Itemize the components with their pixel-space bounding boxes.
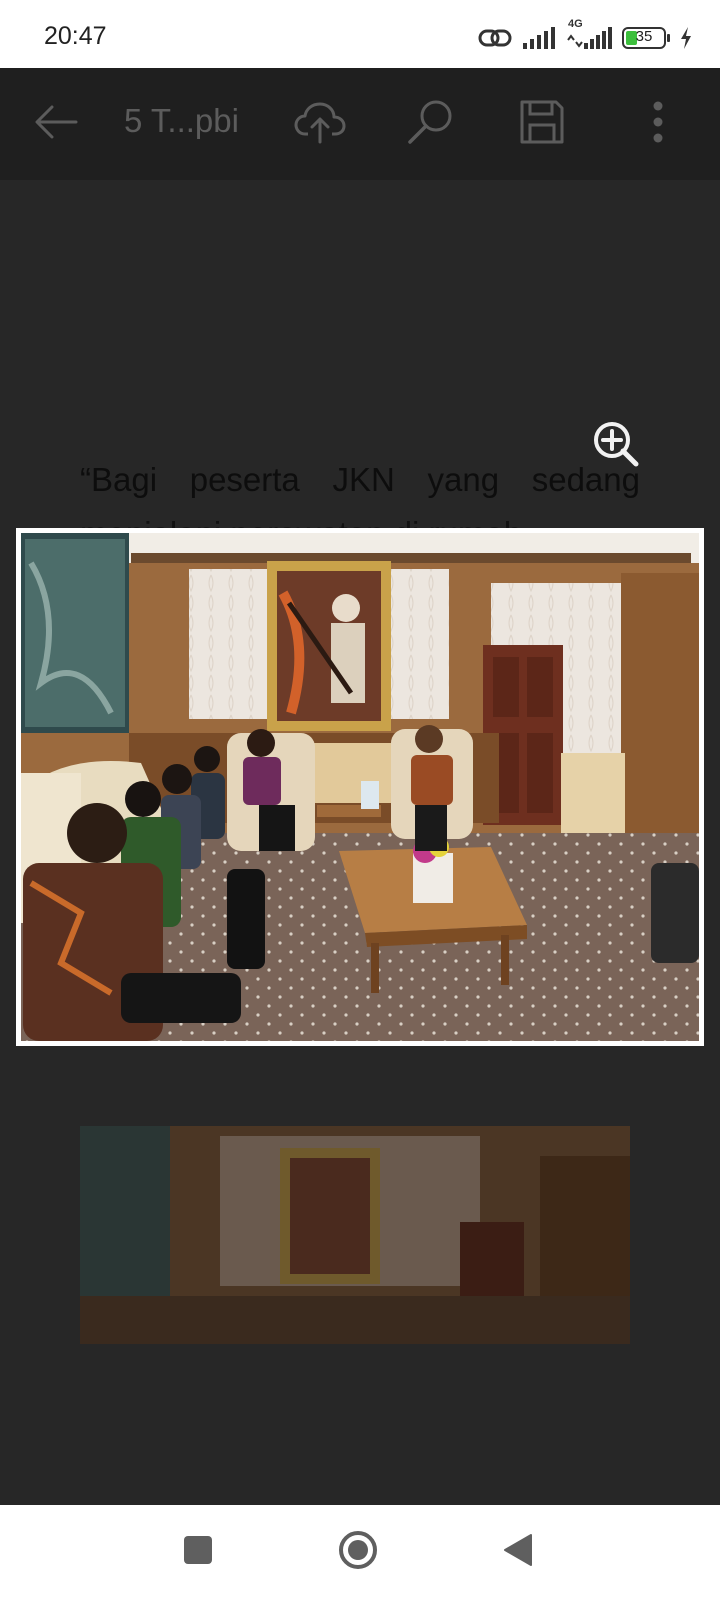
- top-toolbar: 5 T...pbi: [0, 68, 720, 180]
- search-icon: [405, 97, 455, 152]
- signal-4g-icon: 4G: [566, 18, 612, 50]
- selected-photo[interactable]: [16, 528, 704, 1046]
- search-button[interactable]: [400, 68, 460, 180]
- meeting-room-photo: [21, 533, 699, 1041]
- status-time: 20:47: [44, 22, 107, 50]
- home-button[interactable]: [318, 1505, 398, 1600]
- status-bar: 20:47 4G 35: [0, 0, 720, 68]
- back-nav-button[interactable]: [478, 1505, 558, 1600]
- recents-square-icon: [183, 1535, 213, 1570]
- status-icons: 4G 35: [478, 18, 692, 58]
- save-button[interactable]: [512, 68, 572, 180]
- back-arrow-icon: [32, 102, 80, 147]
- recents-button[interactable]: [158, 1505, 238, 1600]
- document-photo-2: [80, 1126, 630, 1344]
- home-circle-icon: [338, 1530, 378, 1575]
- link-icon: [478, 26, 512, 50]
- more-vert-icon: [652, 100, 664, 149]
- more-options-button[interactable]: [628, 68, 688, 180]
- back-button[interactable]: [26, 68, 86, 180]
- upload-button[interactable]: [288, 68, 352, 180]
- document-title[interactable]: 5 T...pbi: [124, 102, 239, 140]
- network-label: 4G: [568, 18, 583, 30]
- charging-icon: [680, 27, 692, 49]
- cloud-upload-icon: [294, 100, 346, 149]
- signal-icon: [522, 26, 556, 50]
- save-icon: [518, 98, 566, 151]
- system-nav-bar: [0, 1505, 720, 1600]
- battery-level: 35: [635, 28, 653, 45]
- back-triangle-icon: [503, 1533, 533, 1572]
- battery-icon: 35: [622, 27, 670, 49]
